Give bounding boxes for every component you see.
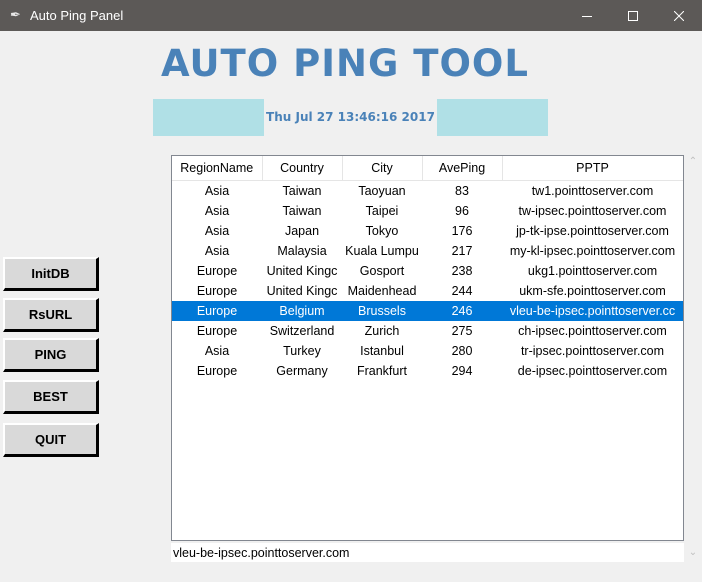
cell-country: United Kingc xyxy=(266,284,338,298)
window-title: Auto Ping Panel xyxy=(30,8,124,23)
clock-label: Thu Jul 27 13:46:16 2017 xyxy=(266,110,435,124)
column-header-city[interactable]: City xyxy=(342,156,423,181)
minimize-icon xyxy=(582,15,592,17)
rsurl-button[interactable]: RsURL xyxy=(3,298,99,332)
cell-city: Brussels xyxy=(342,301,422,321)
close-button[interactable] xyxy=(656,0,702,31)
cell-region: Asia xyxy=(204,224,230,238)
clock-panel-right xyxy=(437,99,548,136)
column-header-aveping[interactable]: AvePing xyxy=(422,156,503,181)
cell-region: Europe xyxy=(196,264,238,278)
cell-city: Taoyuan xyxy=(358,184,406,198)
table-row[interactable]: Europe Germany Frankfurt 294 de-ipsec.po… xyxy=(172,361,683,381)
cell-aveping: 275 xyxy=(451,324,473,338)
cell-country: Taiwan xyxy=(282,204,322,218)
cell-country: Japan xyxy=(284,224,320,238)
cell-aveping: 280 xyxy=(451,344,473,358)
cell-region: Europe xyxy=(172,301,262,321)
cell-country: Germany xyxy=(276,364,328,378)
column-header-country[interactable]: Country xyxy=(262,156,343,181)
close-icon xyxy=(674,10,684,21)
cell-region: Asia xyxy=(204,244,230,258)
maximize-button[interactable] xyxy=(610,0,656,31)
cell-country: Turkey xyxy=(283,344,321,358)
server-table[interactable]: RegionName Country City AvePing PPTP Asi… xyxy=(171,155,684,541)
table-row[interactable]: Asia Japan Tokyo 176 jp-tk-ipse.pointtos… xyxy=(172,221,683,241)
cell-aveping: 238 xyxy=(451,264,473,278)
cell-pptp: jp-tk-ipse.pointtoserver.com xyxy=(516,224,669,238)
table-row[interactable]: Europe United Kingc Maidenhead 244 ukm-s… xyxy=(172,281,683,301)
cell-city: Zurich xyxy=(364,324,400,338)
cell-pptp: tr-ipsec.pointtoserver.com xyxy=(520,344,665,358)
clock-panel-left xyxy=(153,99,264,136)
cell-region: Europe xyxy=(196,364,238,378)
scroll-up-icon[interactable]: ⌃ xyxy=(686,155,700,169)
cell-pptp: de-ipsec.pointtoserver.com xyxy=(517,364,668,378)
cell-pptp: ch-ipsec.pointtoserver.com xyxy=(518,324,667,338)
table-row-selected[interactable]: Europe Belgium Brussels 246 vleu-be-ipse… xyxy=(172,301,683,321)
page-title: AUTO PING TOOL xyxy=(161,42,529,85)
initdb-button[interactable]: InitDB xyxy=(3,257,99,291)
feather-icon: ✒ xyxy=(10,7,21,22)
cell-city: Istanbul xyxy=(360,344,404,358)
table-row[interactable]: Asia Turkey Istanbul 280 tr-ipsec.pointt… xyxy=(172,341,683,361)
cell-country: Malaysia xyxy=(277,244,327,258)
cell-region: Europe xyxy=(196,284,238,298)
column-header-region[interactable]: RegionName xyxy=(172,156,263,181)
cell-pptp: tw-ipsec.pointtoserver.com xyxy=(518,204,667,218)
vertical-scrollbar[interactable]: ⌃ ⌄ xyxy=(686,155,700,565)
cell-pptp: ukm-sfe.pointtoserver.com xyxy=(519,284,666,298)
cell-pptp: ukg1.pointtoserver.com xyxy=(527,264,658,278)
cell-aveping: 244 xyxy=(451,284,473,298)
cell-city: Maidenhead xyxy=(347,284,417,298)
cell-aveping: 176 xyxy=(451,224,473,238)
selected-url-field[interactable] xyxy=(171,543,684,562)
title-bar: ✒ Auto Ping Panel xyxy=(0,0,702,31)
cell-pptp: my-kl-ipsec.pointtoserver.com xyxy=(509,244,676,258)
table-row[interactable]: Asia Taiwan Taoyuan 83 tw1.pointtoserver… xyxy=(172,181,683,202)
minimize-button[interactable] xyxy=(564,0,610,31)
cell-country: United Kingc xyxy=(266,264,338,278)
cell-region: Asia xyxy=(204,184,230,198)
cell-region: Asia xyxy=(204,204,230,218)
table-row[interactable]: Asia Taiwan Taipei 96 tw-ipsec.pointtose… xyxy=(172,201,683,221)
cell-region: Europe xyxy=(196,324,238,338)
cell-city: Gosport xyxy=(359,264,405,278)
cell-city: Tokyo xyxy=(365,224,399,238)
cell-city: Taipei xyxy=(365,204,399,218)
cell-pptp: tw1.pointtoserver.com xyxy=(531,184,654,198)
column-header-pptp[interactable]: PPTP xyxy=(502,156,683,181)
table-row[interactable]: Europe Switzerland Zurich 275 ch-ipsec.p… xyxy=(172,321,683,341)
maximize-icon xyxy=(628,10,638,21)
scroll-down-icon[interactable]: ⌄ xyxy=(686,546,700,560)
cell-aveping: 294 xyxy=(451,364,473,378)
table-header: RegionName Country City AvePing PPTP xyxy=(172,156,683,181)
cell-country: Belgium xyxy=(262,301,342,321)
quit-button[interactable]: QUIT xyxy=(3,423,99,457)
cell-aveping: 83 xyxy=(455,184,469,198)
table-row[interactable]: Asia Malaysia Kuala Lumpu 217 my-kl-ipse… xyxy=(172,241,683,261)
ping-button[interactable]: PING xyxy=(3,338,99,372)
cell-country: Taiwan xyxy=(282,184,322,198)
cell-aveping: 96 xyxy=(455,204,469,218)
cell-aveping: 246 xyxy=(422,301,502,321)
cell-aveping: 217 xyxy=(451,244,473,258)
cell-country: Switzerland xyxy=(269,324,335,338)
best-button[interactable]: BEST xyxy=(3,380,99,414)
cell-region: Asia xyxy=(204,344,230,358)
table-row[interactable]: Europe United Kingc Gosport 238 ukg1.poi… xyxy=(172,261,683,281)
cell-pptp: vleu-be-ipsec.pointtoserver.cc xyxy=(502,301,683,321)
cell-city: Kuala Lumpu xyxy=(345,244,419,258)
cell-city: Frankfurt xyxy=(356,364,407,378)
